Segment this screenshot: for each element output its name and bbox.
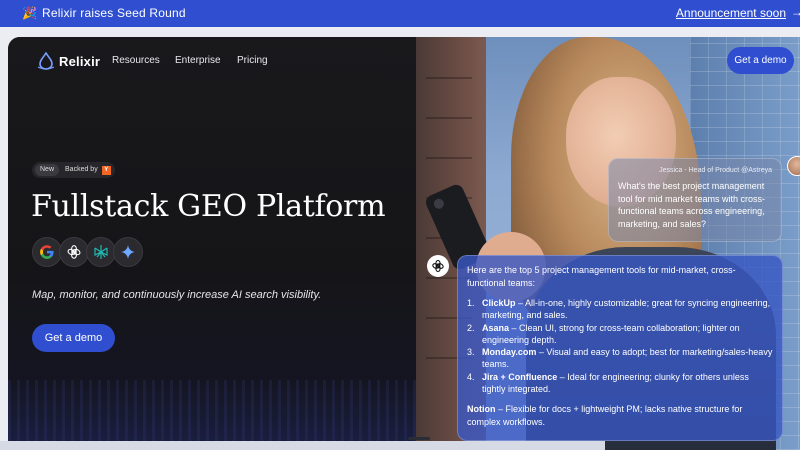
list-item: 3. Monday.com – Visual and easy to adopt;…	[467, 347, 773, 370]
brand-name[interactable]: Relixir	[59, 54, 100, 69]
party-icon: 🎉	[22, 6, 37, 20]
openai-icon	[59, 237, 89, 267]
avatar	[787, 156, 800, 176]
ai-engine-icons	[32, 237, 143, 267]
arrow-right-icon: →	[791, 5, 800, 19]
announcement-link[interactable]: Announcement soon	[676, 6, 786, 21]
nav-get-demo-button[interactable]: Get a demo	[727, 47, 794, 74]
answer-card: Here are the top 5 project management to…	[457, 255, 783, 441]
relixir-drop-logo-icon[interactable]	[36, 52, 56, 70]
hero-title: Fullstack GEO Platform	[31, 189, 386, 224]
answer-notion: Notion – Flexible for docs + lightweight…	[467, 404, 743, 427]
answer-intro: Here are the top 5 project management to…	[467, 265, 736, 288]
backed-by-badge: New Backed by Y	[32, 162, 115, 178]
nav-link-resources[interactable]: Resources	[112, 55, 160, 67]
answer-list: 1. ClickUp – All-in-one, highly customiza…	[467, 297, 773, 395]
nav-link-pricing[interactable]: Pricing	[237, 55, 268, 67]
question-text: What's the best project management tool …	[618, 181, 766, 229]
scroll-handle[interactable]	[408, 437, 430, 440]
list-item: 2. Asana – Clean UI, strong for cross-tea…	[467, 322, 740, 345]
question-card: Jessica - Head of Product @Astreya What'…	[608, 158, 782, 242]
hero-subtitle: Map, monitor, and continuously increase …	[32, 289, 322, 301]
nav-link-enterprise[interactable]: Enterprise	[175, 55, 221, 67]
list-item: 1. ClickUp – All-in-one, highly customiza…	[467, 298, 771, 321]
get-demo-button[interactable]: Get a demo	[32, 324, 115, 352]
backed-by-label: Backed by	[65, 166, 98, 173]
chatgpt-icon	[427, 255, 449, 277]
google-icon	[32, 237, 62, 267]
gemini-icon	[113, 237, 143, 267]
announcement-bar: 🎉 Relixir raises Seed Round Announcement…	[0, 0, 800, 27]
perplexity-icon	[86, 237, 116, 267]
ycombinator-logo-icon: Y	[101, 165, 111, 175]
new-label: New	[35, 164, 60, 176]
announcement-message: Relixir raises Seed Round	[42, 6, 186, 20]
question-author: Jessica - Head of Product @Astreya	[659, 167, 772, 174]
horizontal-scrollbar[interactable]	[0, 441, 605, 450]
list-item: 4. Jira + Confluence – Ideal for engineer…	[467, 371, 749, 395]
bottom-glow	[8, 380, 416, 450]
